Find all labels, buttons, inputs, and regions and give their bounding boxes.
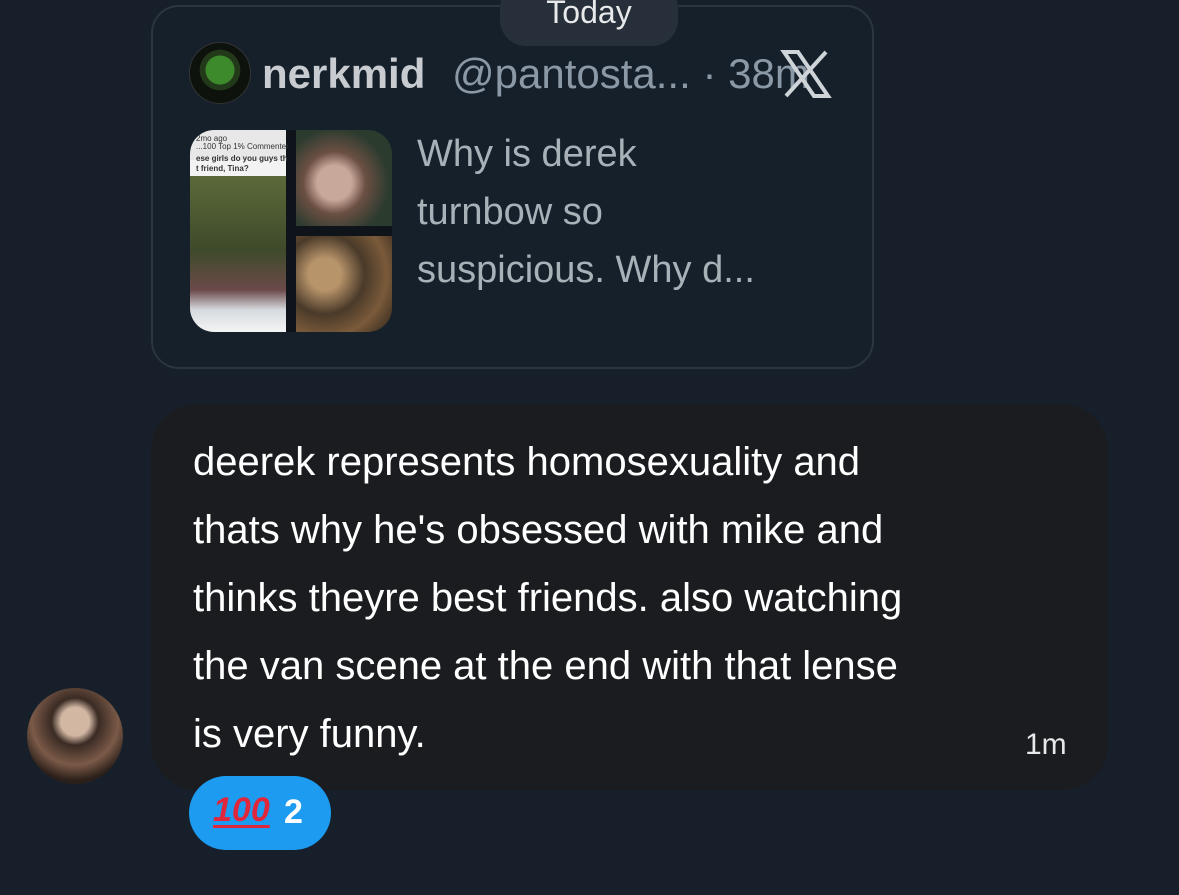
quoted-author-name[interactable]: nerkmid bbox=[262, 50, 425, 98]
x-logo-icon bbox=[780, 50, 832, 98]
reaction-count: 2 bbox=[284, 793, 303, 831]
quoted-post-text: Why is derek turnbow so suspicious. Why … bbox=[417, 133, 755, 291]
quoted-author-handle: @pantosta... · 38m bbox=[452, 50, 810, 97]
media-caption-4: t friend, Tina? bbox=[196, 164, 249, 173]
hundred-points-icon: 100 bbox=[213, 791, 270, 829]
media-thumbnail-1[interactable]: 2mo ago ...100 Top 1% Commenter ese girl… bbox=[190, 130, 289, 332]
media-caption-3: ese girls do you guys th bbox=[196, 154, 288, 163]
media-thumbnail-3[interactable] bbox=[296, 236, 392, 332]
reaction-badge[interactable]: 100 2 bbox=[189, 776, 331, 850]
media-caption-2: ...100 Top 1% Commenter bbox=[196, 142, 289, 151]
date-separator: Today bbox=[500, 0, 678, 46]
message-timestamp: 1m bbox=[1025, 728, 1067, 761]
message-text: deerek represents homosexuality and that… bbox=[193, 440, 903, 756]
quoted-media-grid[interactable]: 2mo ago ...100 Top 1% Commenter ese girl… bbox=[190, 130, 392, 332]
quoted-author-avatar[interactable] bbox=[189, 42, 251, 104]
media-thumbnail-2[interactable] bbox=[296, 130, 392, 226]
sender-avatar[interactable] bbox=[27, 688, 123, 784]
